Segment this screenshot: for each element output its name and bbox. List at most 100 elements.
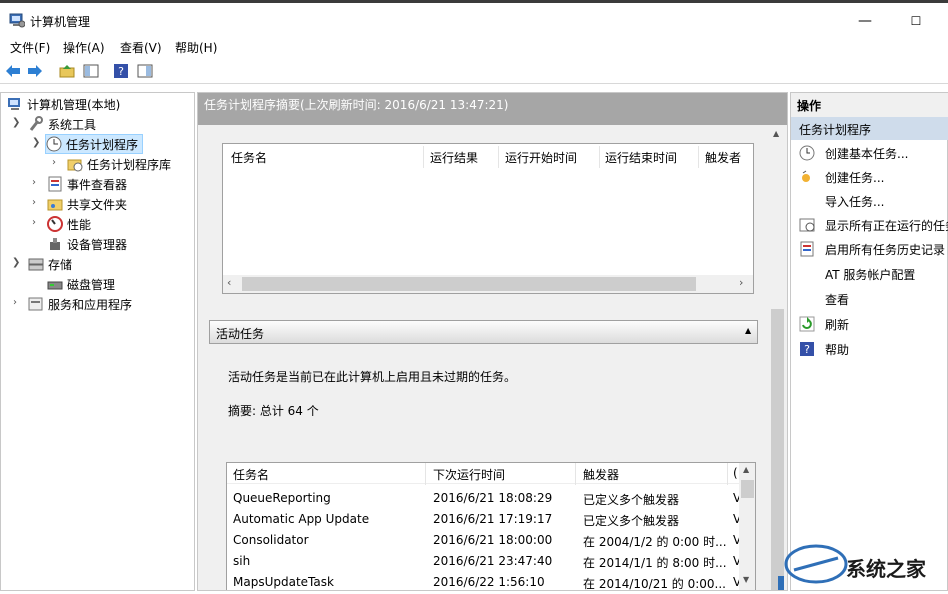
table-row[interactable]: sih 2016/6/21 23:47:40 在 2014/1/1 的 8:00… [227,551,741,572]
create-basic-task-icon [799,145,815,161]
action-at-service-account[interactable]: AT 服务帐户配置 [825,264,915,284]
history-icon [799,241,815,257]
action-create-task[interactable]: 创建任务... [799,167,884,187]
vertical-scrollbar[interactable]: ▲ [769,125,786,590]
running-tasks-icon [799,217,815,233]
table-row[interactable]: Automatic App Update 2016/6/21 17:19:17 … [227,509,741,530]
chevron-right-icon[interactable]: › [32,197,36,208]
watermark: 系统之家 [778,536,948,591]
action-create-basic-task[interactable]: 创建基本任务... [799,143,908,163]
tree-item-disk-management[interactable]: 磁盘管理 [47,274,115,294]
tree-item-shared-folders[interactable]: 共享文件夹 [47,194,127,214]
action-refresh[interactable]: 刷新 [799,314,849,334]
horizontal-scrollbar[interactable]: ‹ › [223,275,753,293]
active-tasks-description: 活动任务是当前已在此计算机上启用且未过期的任务。 [228,370,517,384]
table-row[interactable]: Consolidator 2016/6/21 18:00:00 在 2004/1… [227,530,741,551]
column-header[interactable]: 触发器 [583,466,619,483]
menu-help[interactable]: 帮助(H) [175,39,217,56]
table-header-row: 任务名 下次运行时间 触发器 ( [227,463,739,485]
chevron-down-icon[interactable]: ❯ [12,117,20,128]
chevron-right-icon[interactable]: › [32,177,36,188]
actions-section-task-scheduler[interactable]: 任务计划程序 [791,117,948,140]
actions-pane: 操作 任务计划程序 创建基本任务... 创建任务... 导入任务... 显示所有… [790,92,948,591]
shared-folder-icon [47,196,63,212]
menu-view[interactable]: 查看(V) [120,39,162,56]
vertical-scrollbar[interactable]: ▲ ▼ [739,463,755,590]
column-divider [423,146,424,168]
action-enable-history[interactable]: 启用所有任务历史记录 [799,239,945,259]
tree-item-task-scheduler[interactable]: 任务计划程序 [45,134,144,154]
tree-item-task-library[interactable]: 任务计划程序库 [67,154,171,174]
column-divider [727,463,728,485]
computer-management-icon [9,12,26,28]
tree-item-services-apps[interactable]: 服务和应用程序 [28,294,132,314]
show-action-pane-icon[interactable] [136,62,154,80]
storage-icon [28,256,44,272]
column-header[interactable]: 下次运行时间 [433,466,505,483]
scroll-right-icon[interactable]: › [739,276,743,289]
summary-header: 任务计划程序摘要(上次刷新时间: 2016/6/21 13:47:21) [198,93,787,125]
scroll-thumb[interactable] [242,277,696,291]
menu-file[interactable]: 文件(F) [10,39,50,56]
column-header[interactable]: 触发者 [705,149,741,166]
scroll-left-icon[interactable]: ‹ [227,276,231,289]
center-pane: 任务计划程序摘要(上次刷新时间: 2016/6/21 13:47:21) 任务名… [197,92,788,591]
active-tasks-table: 任务名 下次运行时间 触发器 ( QueueReporting 2016/6/2… [226,462,756,590]
show-hide-tree-icon[interactable] [82,62,100,80]
chevron-down-icon[interactable]: ❯ [12,257,20,268]
table-row[interactable]: QueueReporting 2016/6/21 18:08:29 已定义多个触… [227,488,741,509]
menu-action[interactable]: 操作(A) [63,39,105,56]
back-arrow-icon[interactable] [4,62,22,80]
performance-icon [47,216,63,232]
table-row[interactable]: MapsUpdateTask 2016/6/22 1:56:10 在 2014/… [227,572,741,590]
window-title: 计算机管理 [30,15,91,29]
tree-item-system-tools[interactable]: 系统工具 [28,114,96,134]
column-header[interactable]: 运行结束时间 [605,149,677,166]
title-bar: 计算机管理 — ☐ [0,0,948,36]
device-manager-icon [47,236,63,252]
toolbar: ? [0,58,948,84]
svg-text:?: ? [118,65,124,78]
minimize-button[interactable]: — [853,6,877,36]
scroll-thumb[interactable] [741,480,754,498]
menu-bar: 文件(F) 操作(A) 查看(V) 帮助(H) [0,36,948,58]
disk-icon [47,276,63,292]
help-icon[interactable]: ? [112,62,130,80]
watermark-text: 系统之家 [846,557,926,581]
column-header[interactable]: ( [733,466,738,480]
chevron-right-icon[interactable]: › [52,157,56,168]
navigation-tree: 计算机管理(本地) ❯ 系统工具 ❯ 任务计划程序 › 任务计划程序库 › 事件… [0,92,195,591]
tree-root[interactable]: 计算机管理(本地) [7,94,120,114]
tree-item-performance[interactable]: 性能 [47,214,91,234]
chevron-right-icon[interactable]: › [13,297,17,308]
column-divider [498,146,499,168]
forward-arrow-icon[interactable] [26,62,44,80]
scroll-up-icon[interactable]: ▲ [743,465,749,474]
column-header[interactable]: 运行开始时间 [505,149,577,166]
tree-item-event-viewer[interactable]: 事件查看器 [47,174,127,194]
up-folder-icon[interactable] [58,62,76,80]
refresh-icon [799,316,815,332]
chevron-down-icon[interactable]: ❯ [32,137,40,148]
scroll-up-icon[interactable]: ▲ [773,129,779,138]
tree-item-device-manager[interactable]: 设备管理器 [47,234,127,254]
column-header[interactable]: 任务名 [231,149,267,166]
action-view[interactable]: 查看 [825,289,849,309]
tree-item-storage[interactable]: 存储 [28,254,72,274]
active-tasks-summary: 摘要: 总计 64 个 [228,404,319,418]
scroll-down-icon[interactable]: ▼ [743,575,749,584]
active-tasks-header[interactable]: 活动任务 ▲ [209,320,758,344]
action-help[interactable]: ? 帮助 [799,339,849,359]
column-header[interactable]: 运行结果 [430,149,478,166]
tools-icon [28,116,44,132]
folder-clock-icon [67,156,83,172]
column-header[interactable]: 任务名 [233,466,269,483]
chevron-right-icon[interactable]: › [32,217,36,228]
column-divider [425,463,426,485]
collapse-icon[interactable]: ▲ [745,326,751,335]
event-viewer-icon [47,176,63,192]
action-import-task[interactable]: 导入任务... [825,191,884,211]
action-show-running-tasks[interactable]: 显示所有正在运行的任务 [799,215,948,235]
task-status-table: 任务名 运行结果 运行开始时间 运行结束时间 触发者 ‹ › [222,143,754,294]
maximize-button[interactable]: ☐ [904,6,928,36]
